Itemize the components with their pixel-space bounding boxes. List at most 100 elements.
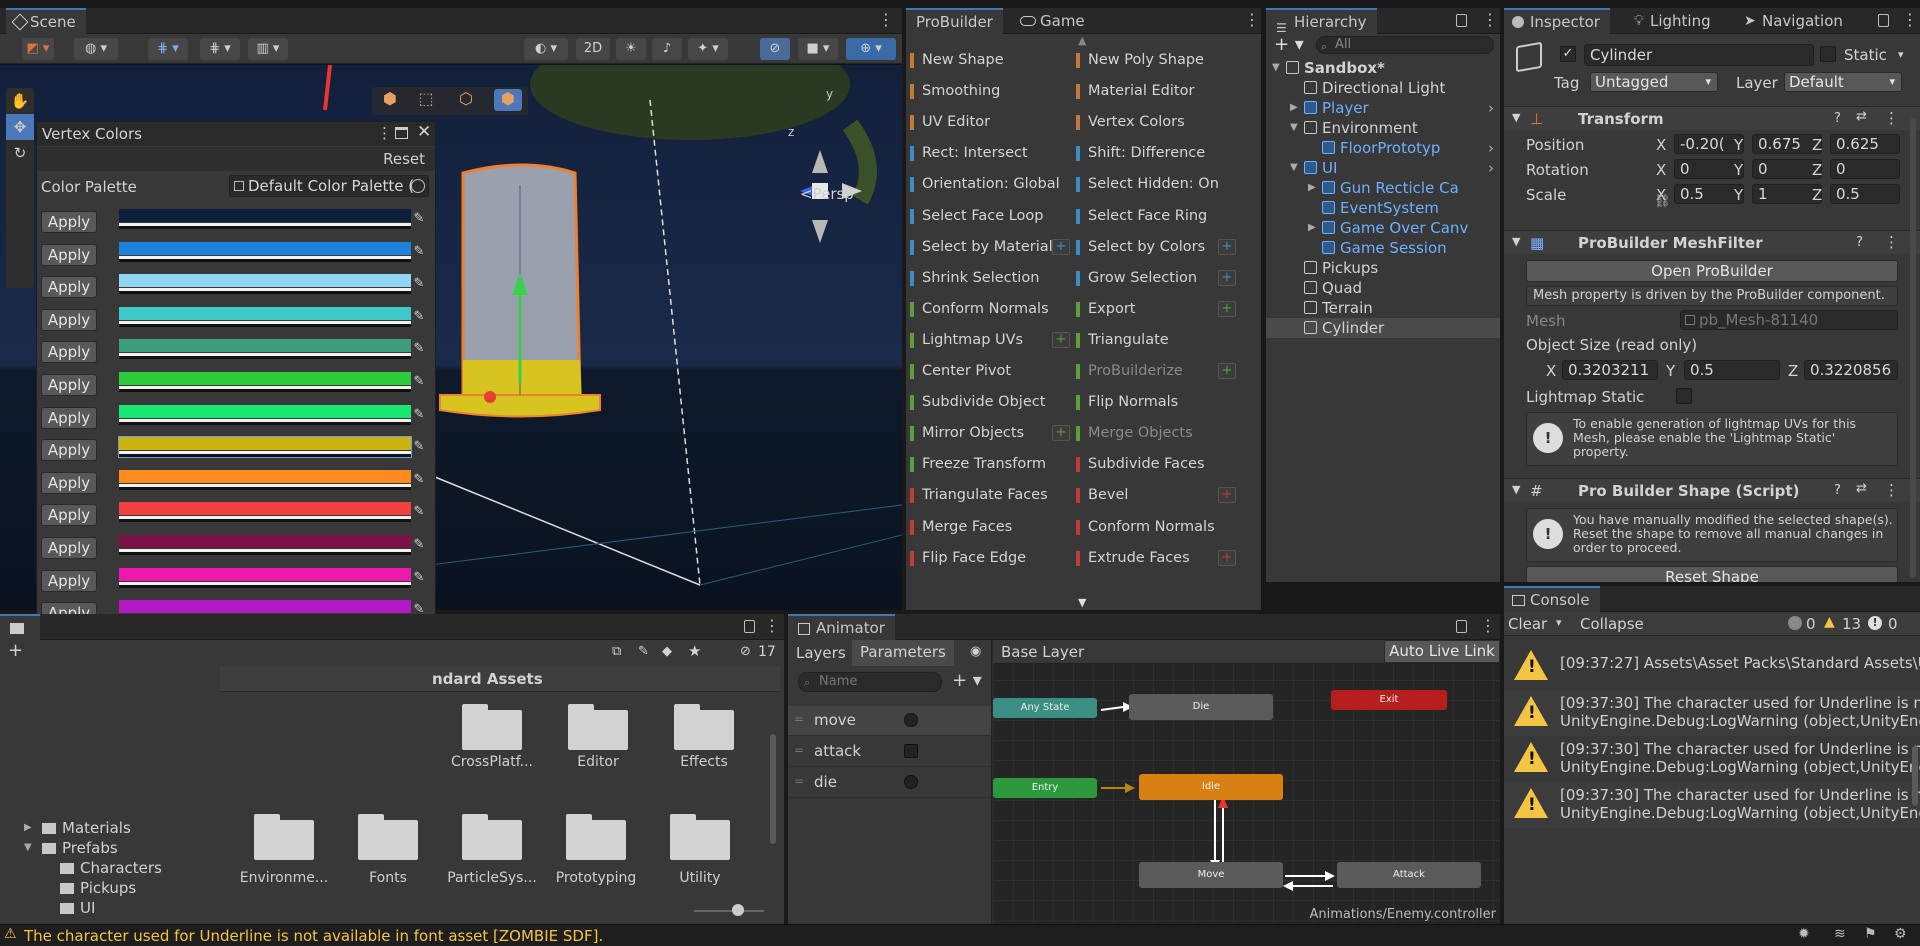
- pb-action[interactable]: Merge Faces: [910, 515, 1070, 539]
- bool-radio[interactable]: [904, 713, 918, 727]
- effects-button[interactable]: ✦ ▾: [688, 38, 728, 60]
- static-dropdown-icon[interactable]: ▾: [1898, 48, 1904, 61]
- pb-action[interactable]: Grow Selection: [1076, 266, 1236, 290]
- hidden-objects-button[interactable]: ⊘: [760, 38, 790, 60]
- apply-button[interactable]: Apply: [41, 504, 97, 527]
- folder-icon[interactable]: [358, 814, 418, 860]
- foldout-arrow-icon[interactable]: ▼: [1290, 118, 1298, 138]
- eyedropper-icon[interactable]: ✎: [411, 374, 427, 390]
- color-swatch[interactable]: [119, 241, 411, 262]
- state-attack[interactable]: Attack: [1337, 862, 1481, 888]
- folder-label[interactable]: ParticleSys...: [442, 870, 542, 886]
- project-tree-item[interactable]: UI: [60, 898, 230, 918]
- console-entry[interactable]: [09:37:27] Assets\Asset Packs\Standard A…: [1504, 644, 1920, 690]
- pb-action[interactable]: Select Hidden: On: [1076, 172, 1236, 196]
- hidden-packages-icon[interactable]: ⊘: [740, 644, 751, 659]
- active-checkbox[interactable]: ✓: [1560, 46, 1576, 62]
- eyedropper-icon[interactable]: ✎: [411, 472, 427, 488]
- hierarchy-item[interactable]: ▶ Game Over Canv: [1266, 218, 1500, 238]
- transform-rotation-z[interactable]: 0: [1830, 159, 1900, 179]
- hierarchy-lock-icon[interactable]: [1456, 14, 1467, 27]
- hierarchy-item[interactable]: Game Session: [1266, 238, 1500, 258]
- parameter-search-input[interactable]: ⌕ Name: [798, 672, 942, 692]
- console-entry[interactable]: [09:37:30] The character used for Underl…: [1504, 736, 1920, 782]
- folder-icon[interactable]: [462, 704, 522, 750]
- foldout-arrow-icon[interactable]: ▼: [1272, 58, 1280, 78]
- base-layer-breadcrumb[interactable]: Base Layer: [1001, 643, 1084, 661]
- pb-action[interactable]: UV Editor: [910, 110, 1070, 134]
- foldout-arrow-icon[interactable]: ▶: [1290, 98, 1298, 118]
- pb-action[interactable]: Center Pivot: [910, 359, 1070, 383]
- pb-options-plus-icon[interactable]: +: [1218, 300, 1236, 317]
- object-name-input[interactable]: Cylinder: [1584, 44, 1814, 66]
- persp-label[interactable]: <Persp: [800, 185, 854, 203]
- tab-scene[interactable]: Scene: [6, 8, 86, 34]
- project-tree-item[interactable]: Characters: [60, 858, 230, 878]
- tag-dropdown[interactable]: Untagged ▾: [1590, 72, 1718, 92]
- hierarchy-menu-icon[interactable]: ⋮: [1482, 12, 1498, 28]
- add-parameter-button[interactable]: + ▾: [952, 670, 982, 691]
- eyedropper-icon[interactable]: ✎: [411, 276, 427, 292]
- foldout-arrow-icon[interactable]: ▶: [1308, 218, 1316, 238]
- prefab-chevron-icon[interactable]: ›: [1488, 98, 1494, 118]
- apply-button[interactable]: Apply: [41, 537, 97, 559]
- pb-options-plus-icon[interactable]: +: [1218, 269, 1236, 286]
- state-exit[interactable]: Exit: [1331, 690, 1447, 710]
- hierarchy-item[interactable]: ▶ Player ›: [1266, 98, 1500, 118]
- tab-animator[interactable]: Animator: [788, 614, 895, 640]
- constrain-proportions-icon[interactable]: ⛓: [1654, 194, 1671, 209]
- eye-icon[interactable]: ◉: [970, 644, 981, 659]
- state-die[interactable]: Die: [1129, 694, 1273, 720]
- increment-snap-button[interactable]: ▥ ▾: [248, 38, 288, 60]
- debug-icon[interactable]: ✹: [1798, 926, 1810, 942]
- folder-icon[interactable]: [566, 814, 626, 860]
- folder-icon[interactable]: [254, 814, 314, 860]
- probuilder-menu-icon[interactable]: ⋮: [1244, 12, 1260, 28]
- folder-label[interactable]: Fonts: [338, 870, 438, 886]
- pb-options-plus-icon[interactable]: +: [1218, 363, 1236, 379]
- color-swatch[interactable]: [119, 535, 411, 555]
- shape-help-icon[interactable]: ?: [1834, 483, 1841, 498]
- prefab-chevron-icon[interactable]: ›: [1488, 158, 1494, 178]
- color-swatch[interactable]: [119, 469, 411, 490]
- hierarchy-item[interactable]: Directional Light: [1266, 78, 1500, 98]
- scene-menu-icon[interactable]: ⋮: [878, 12, 894, 28]
- object-picker-icon[interactable]: [411, 179, 425, 193]
- status-message[interactable]: The character used for Underline is not …: [24, 927, 603, 945]
- pb-action[interactable]: Mirror Objects: [910, 421, 1070, 445]
- pb-mode-face[interactable]: ⬢: [494, 89, 522, 111]
- color-swatch[interactable]: [119, 567, 411, 588]
- color-swatch[interactable]: [119, 274, 411, 295]
- eyedropper-icon[interactable]: ✎: [411, 439, 427, 455]
- maximize-icon[interactable]: [395, 127, 408, 139]
- hierarchy-item[interactable]: EventSystem: [1266, 198, 1500, 218]
- drag-handle-icon[interactable]: =: [794, 712, 804, 726]
- eyedropper-icon[interactable]: ✎: [411, 211, 427, 227]
- transform-header[interactable]: ▼ ⊥ Transform ? ⇄ ⋮: [1504, 106, 1920, 130]
- pb-scroll-up-icon[interactable]: ▲: [1078, 34, 1086, 47]
- animator-menu-icon[interactable]: ⋮: [1480, 618, 1496, 634]
- state-entry[interactable]: Entry: [993, 778, 1097, 798]
- pb-action[interactable]: Shift: Difference: [1076, 141, 1236, 165]
- transform-presets-icon[interactable]: ⇄: [1856, 109, 1867, 124]
- search-by-type-icon[interactable]: ⧉: [612, 644, 621, 659]
- eyedropper-icon[interactable]: ✎: [411, 309, 427, 325]
- project-tree-item[interactable]: Pickups: [60, 878, 230, 898]
- global-toggle-button[interactable]: ◍ ▾: [74, 38, 118, 60]
- apply-button[interactable]: Apply: [41, 211, 97, 233]
- pb-action[interactable]: Rect: Intersect: [910, 141, 1070, 165]
- hierarchy-item[interactable]: FloorPrototyp ›: [1266, 138, 1500, 158]
- apply-button[interactable]: Apply: [41, 341, 97, 364]
- pb-action[interactable]: Subdivide Object: [910, 390, 1070, 414]
- inspector-lock-icon[interactable]: [1878, 14, 1889, 27]
- bool-radio[interactable]: [904, 775, 918, 789]
- eyedropper-icon[interactable]: ✎: [411, 537, 427, 553]
- color-swatch[interactable]: [118, 436, 412, 459]
- pb-action[interactable]: Lightmap UVs: [910, 328, 1070, 352]
- progress-icon[interactable]: ≋: [1834, 926, 1846, 942]
- pb-action[interactable]: Merge Objects: [1076, 421, 1236, 445]
- color-swatch[interactable]: [119, 502, 411, 523]
- project-menu-icon[interactable]: ⋮: [764, 618, 780, 634]
- pb-options-plus-icon[interactable]: +: [1052, 331, 1070, 348]
- pb-action[interactable]: Freeze Transform: [910, 452, 1070, 476]
